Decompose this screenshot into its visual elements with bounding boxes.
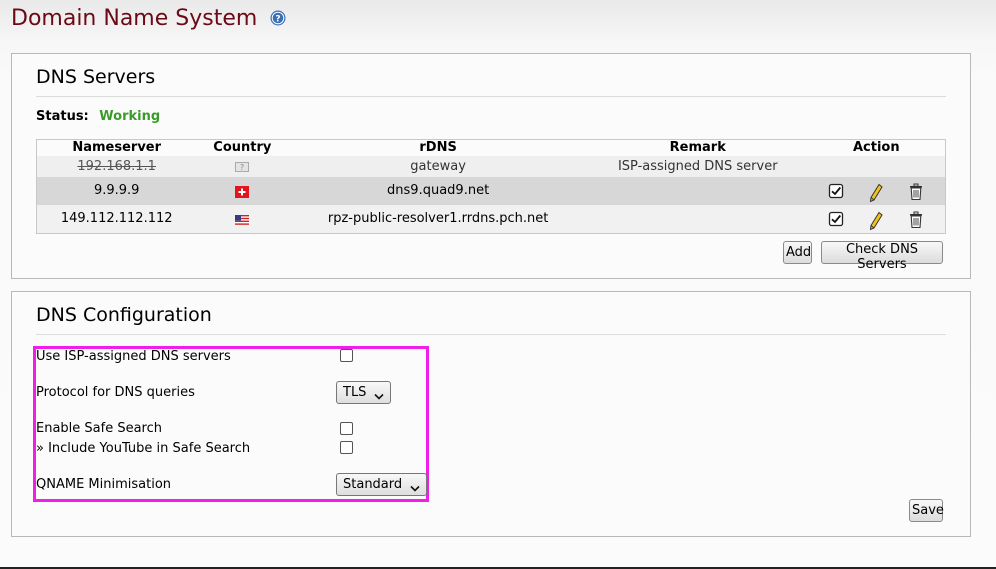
svg-text:?: ? bbox=[276, 15, 281, 25]
svg-text:?: ? bbox=[240, 163, 244, 172]
table-row: 9.9.9.9 dns9.quad9.net bbox=[36, 176, 946, 205]
protocol-label: Protocol for DNS queries bbox=[36, 385, 195, 400]
edit-pencil-icon[interactable] bbox=[868, 183, 884, 202]
qname-minimisation-select[interactable]: Standard bbox=[336, 473, 428, 496]
column-header-country: Country bbox=[196, 139, 289, 156]
table-row-isp: 192.168.1.1 ? gateway ISP-assigned DNS s… bbox=[36, 155, 946, 177]
page-title: Domain Name System bbox=[11, 5, 258, 31]
youtube-safe-search-label: » Include YouTube in Safe Search bbox=[36, 441, 251, 456]
add-server-button[interactable]: Add bbox=[783, 241, 812, 264]
youtube-safe-search-checkbox[interactable] bbox=[340, 441, 353, 454]
dns-configuration-title: DNS Configuration bbox=[36, 304, 946, 335]
chevron-down-icon bbox=[410, 481, 420, 492]
dns-servers-table: Nameserver Country rDNS Remark Action 19… bbox=[36, 139, 946, 234]
protocol-select-value: TLS bbox=[343, 385, 367, 400]
delete-trash-icon[interactable] bbox=[908, 211, 924, 228]
enabled-checkbox-icon[interactable] bbox=[828, 211, 844, 227]
table-row: 149.112.112.112 rpz-public-resolver1.rrd… bbox=[36, 204, 946, 234]
nameserver-cell: 9.9.9.9 bbox=[36, 176, 197, 205]
remark-cell bbox=[587, 204, 808, 234]
delete-trash-icon[interactable] bbox=[908, 183, 924, 200]
safe-search-checkbox[interactable] bbox=[340, 422, 353, 435]
page-header: Domain Name System ? bbox=[11, 3, 286, 33]
column-header-rdns: rDNS bbox=[288, 139, 588, 156]
enabled-checkbox-icon[interactable] bbox=[828, 183, 844, 199]
safe-search-label: Enable Safe Search bbox=[36, 421, 163, 436]
remark-cell bbox=[587, 176, 808, 205]
dns-servers-panel: DNS Servers Status: Working Nameserver C… bbox=[11, 53, 971, 279]
column-header-nameserver: Nameserver bbox=[36, 139, 197, 156]
row-actions bbox=[808, 211, 945, 231]
column-header-remark: Remark bbox=[587, 139, 808, 156]
unknown-country-icon: ? bbox=[235, 161, 250, 172]
check-dns-servers-button[interactable]: Check DNS Servers bbox=[821, 241, 943, 272]
united-states-flag-icon bbox=[235, 214, 250, 225]
switzerland-flag-icon bbox=[235, 185, 250, 198]
page: Domain Name System ? DNS Servers Status:… bbox=[0, 0, 996, 569]
protocol-select[interactable]: TLS bbox=[336, 381, 392, 404]
row-actions bbox=[808, 183, 945, 202]
column-header-action: Action bbox=[807, 139, 946, 156]
isp-nameserver: 192.168.1.1 bbox=[77, 158, 156, 174]
isp-remark: ISP-assigned DNS server bbox=[587, 155, 808, 177]
table-header-row: Nameserver Country rDNS Remark Action bbox=[36, 139, 946, 156]
use-isp-dns-checkbox[interactable] bbox=[340, 349, 353, 362]
isp-rdns: gateway bbox=[288, 155, 588, 177]
edit-pencil-icon[interactable] bbox=[868, 211, 884, 231]
rdns-cell: dns9.quad9.net bbox=[288, 176, 588, 205]
save-button[interactable]: Save bbox=[909, 499, 944, 522]
rdns-cell: rpz-public-resolver1.rrdns.pch.net bbox=[288, 204, 588, 234]
chevron-down-icon bbox=[374, 389, 385, 400]
help-icon[interactable]: ? bbox=[270, 10, 286, 26]
status-label: Status: bbox=[36, 109, 89, 124]
status-line: Status: Working bbox=[36, 109, 160, 124]
qname-select-value: Standard bbox=[343, 477, 403, 492]
use-isp-dns-label: Use ISP-assigned DNS servers bbox=[36, 349, 231, 364]
nameserver-cell: 149.112.112.112 bbox=[36, 204, 197, 234]
status-value: Working bbox=[99, 109, 161, 124]
dns-configuration-panel: DNS Configuration Use ISP-assigned DNS s… bbox=[11, 291, 971, 537]
dns-servers-title: DNS Servers bbox=[36, 66, 946, 97]
qname-minimisation-label: QNAME Minimisation bbox=[36, 477, 172, 492]
